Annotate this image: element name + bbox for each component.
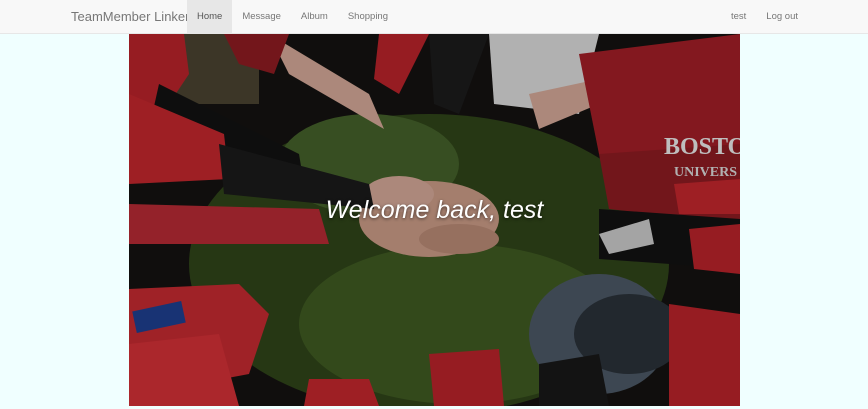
user-link[interactable]: test	[721, 0, 756, 34]
nav-shopping[interactable]: Shopping	[338, 0, 398, 34]
brand-link[interactable]: TeamMember Linker	[71, 0, 190, 34]
nav-message[interactable]: Message	[232, 0, 291, 34]
nav-home[interactable]: Home	[187, 0, 233, 34]
main-nav: Home Message Album Shopping	[187, 0, 398, 34]
logout-link[interactable]: Log out	[756, 0, 808, 34]
user-nav: test Log out	[721, 0, 808, 34]
welcome-heading: Welcome back, test	[325, 196, 544, 224]
nav-album[interactable]: Album	[291, 0, 338, 34]
top-navbar: TeamMember Linker Home Message Album Sho…	[0, 0, 868, 34]
hero-banner: BOSTON UNIVERS Welcome back, test	[129, 34, 740, 406]
